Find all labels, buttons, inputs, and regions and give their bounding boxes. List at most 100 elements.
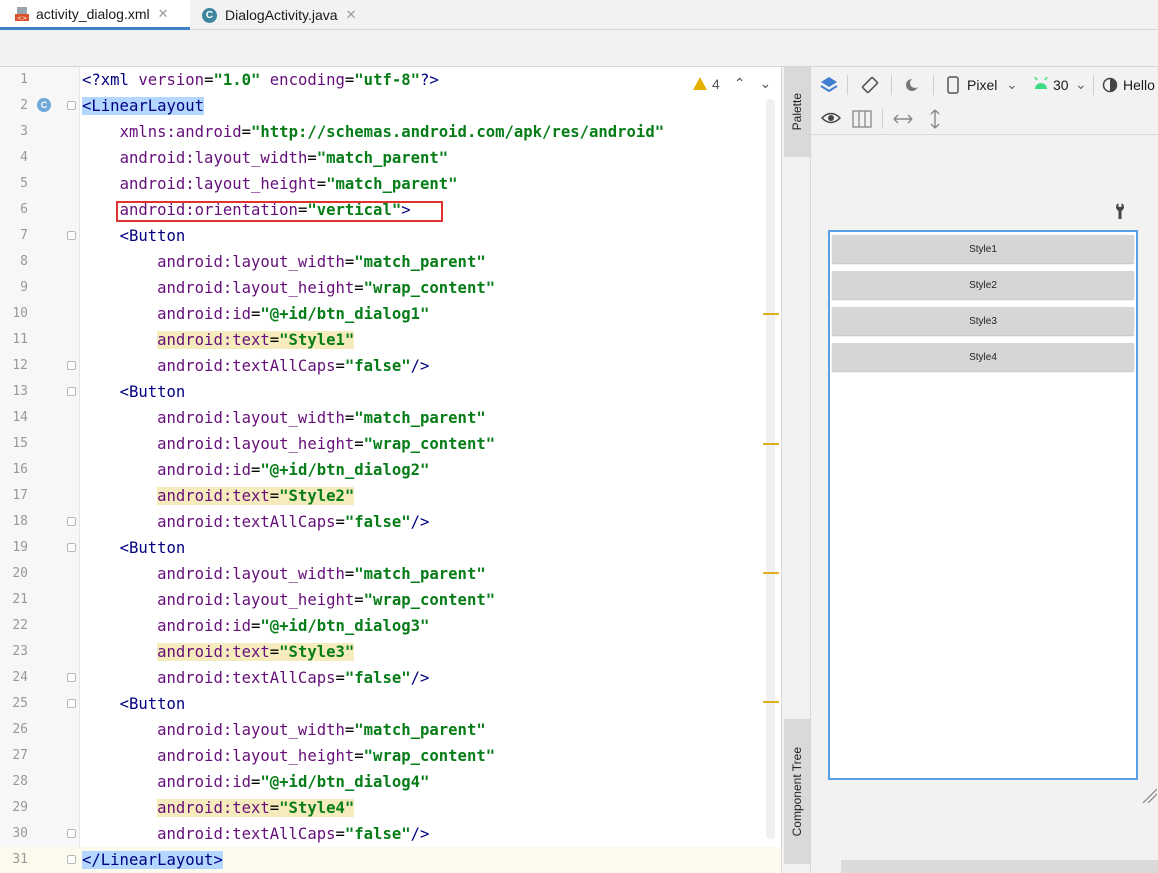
code-line[interactable]: 15 android:layout_height="wrap_content" (0, 431, 781, 457)
fold-marker-icon[interactable] (67, 361, 76, 370)
vertical-scrollbar[interactable] (766, 99, 775, 839)
api-level-selector[interactable]: 30 (1053, 77, 1069, 93)
code-token: android: (157, 591, 233, 609)
code-token: = (335, 513, 345, 531)
chevron-down-icon[interactable]: ⌄ (1006, 76, 1018, 93)
code-token: = (344, 253, 355, 271)
code-token: android: (157, 773, 233, 791)
code-line[interactable]: 27 android:layout_height="wrap_content" (0, 743, 781, 769)
eye-icon[interactable] (820, 111, 842, 130)
fold-marker-icon[interactable] (67, 829, 76, 838)
rotate-icon[interactable] (860, 75, 880, 98)
fold-marker-icon[interactable] (67, 543, 76, 552)
fold-marker-icon[interactable] (67, 673, 76, 682)
theme-selector[interactable]: Hello (1123, 77, 1155, 93)
line-number: 31 (12, 852, 28, 867)
warning-marker[interactable] (763, 701, 779, 703)
code-line[interactable]: 26 android:layout_width="match_parent" (0, 717, 781, 743)
tab-activity-dialog-xml[interactable]: <> activity_dialog.xml ✕ (0, 0, 190, 30)
night-mode-icon[interactable] (903, 75, 923, 98)
code-line[interactable]: 10 android:id="@+id/btn_dialog1" (0, 301, 781, 327)
code-token: android: (157, 409, 233, 427)
warning-marker[interactable] (763, 443, 779, 445)
fold-marker-icon[interactable] (67, 387, 76, 396)
palette-tab[interactable]: Palette (784, 67, 810, 157)
preview-button-style3[interactable]: Style3 (832, 307, 1134, 335)
line-number: 17 (12, 488, 28, 503)
warning-marker[interactable] (763, 572, 779, 574)
device-selector[interactable]: Pixel (967, 77, 997, 93)
horizontal-resize-icon[interactable] (893, 112, 913, 130)
code-line[interactable]: 23 android:text="Style3" (0, 639, 781, 665)
code-line[interactable]: 9 android:layout_height="wrap_content" (0, 275, 781, 301)
layout-preview[interactable]: Style1 Style2 Style3 Style4 (828, 230, 1138, 780)
code-token: = (307, 149, 317, 167)
code-token: "wrap_content" (363, 747, 496, 765)
code-line[interactable]: 8 android:layout_width="match_parent" (0, 249, 781, 275)
code-token: text (232, 487, 270, 505)
code-line[interactable]: 30 android:textAllCaps="false"/> (0, 821, 781, 847)
code-line[interactable]: 18 android:textAllCaps="false"/> (0, 509, 781, 535)
code-token: android: (157, 513, 233, 531)
code-line[interactable]: 14 android:layout_width="match_parent" (0, 405, 781, 431)
close-icon[interactable]: ✕ (346, 7, 357, 23)
code-line[interactable]: 19 <Button (0, 535, 781, 561)
code-token: = (251, 305, 261, 323)
code-line[interactable]: 31 </LinearLayout> (0, 847, 781, 873)
blueprint-icon[interactable] (852, 110, 872, 133)
inspection-widget[interactable]: 4 ⌃ ⌄ (693, 75, 771, 92)
fold-marker-icon[interactable] (67, 231, 76, 240)
chevron-down-icon[interactable]: ⌄ (760, 75, 772, 92)
warning-marker[interactable] (763, 313, 779, 315)
code-line[interactable]: 1 <?xml version="1.0" encoding="utf-8"?> (0, 67, 781, 93)
preview-button-style2[interactable]: Style2 (832, 271, 1134, 299)
code-line[interactable]: 5 android:layout_height="match_parent" (0, 171, 781, 197)
fold-marker-icon[interactable] (67, 855, 76, 864)
code-line[interactable]: 16 android:id="@+id/btn_dialog2" (0, 457, 781, 483)
code-token: android: (157, 305, 233, 323)
fold-marker-icon[interactable] (67, 517, 76, 526)
class-gutter-icon[interactable]: C (37, 98, 51, 112)
tab-dialog-activity-java[interactable]: C DialogActivity.java ✕ (198, 0, 378, 30)
code-line[interactable]: 22 android:id="@+id/btn_dialog3" (0, 613, 781, 639)
component-tree-tab[interactable]: Component Tree (784, 719, 810, 864)
code-line[interactable]: 20 android:layout_width="match_parent" (0, 561, 781, 587)
code-line[interactable]: 13 <Button (0, 379, 781, 405)
warning-count: 4 (712, 75, 720, 92)
code-line[interactable]: 17 android:text="Style2" (0, 483, 781, 509)
code-line[interactable]: 24 android:textAllCaps="false"/> (0, 665, 781, 691)
code-token: android: (157, 799, 233, 817)
code-editor[interactable]: 1 <?xml version="1.0" encoding="utf-8"?> 2… (0, 67, 781, 873)
code-line[interactable]: 7 <Button (0, 223, 781, 249)
code-line[interactable]: 2 <LinearLayout (0, 93, 781, 119)
wrench-icon[interactable] (1113, 203, 1127, 224)
preview-button-style1[interactable]: Style1 (832, 235, 1134, 263)
code-line[interactable]: 11 android:text="Style1" (0, 327, 781, 353)
fold-marker-icon[interactable] (67, 699, 76, 708)
horizontal-scrollbar[interactable] (841, 860, 1158, 873)
line-number: 8 (20, 254, 28, 269)
code-line[interactable]: 12 android:textAllCaps="false"/> (0, 353, 781, 379)
code-line[interactable]: 4 android:layout_width="match_parent" (0, 145, 781, 171)
chevron-up-icon[interactable]: ⌃ (734, 75, 746, 92)
code-token: = (354, 747, 364, 765)
code-line[interactable]: 28 android:id="@+id/btn_dialog4" (0, 769, 781, 795)
code-text: android:id="@+id/btn_dialog4" (82, 769, 429, 795)
code-line[interactable]: 21 android:layout_height="wrap_content" (0, 587, 781, 613)
resize-handle-icon[interactable] (1141, 787, 1158, 808)
chevron-down-icon[interactable]: ⌄ (1075, 76, 1087, 93)
fold-marker-icon[interactable] (67, 101, 76, 110)
vertical-resize-icon[interactable] (929, 109, 941, 134)
code-line[interactable]: 29 android:text="Style4" (0, 795, 781, 821)
line-number: 16 (12, 462, 28, 477)
preview-button-style4[interactable]: Style4 (832, 343, 1134, 371)
code-token: layout_width (232, 721, 345, 739)
layers-icon[interactable] (819, 75, 839, 98)
close-icon[interactable]: ✕ (158, 6, 169, 22)
code-line[interactable]: 25 <Button (0, 691, 781, 717)
code-token: "http://schemas.android.com/apk/res/andr… (251, 123, 665, 141)
code-line[interactable]: 3 xmlns:android="http://schemas.android.… (0, 119, 781, 145)
code-token: layout_height (194, 175, 317, 193)
editor-toolbar-strip (0, 30, 1158, 67)
